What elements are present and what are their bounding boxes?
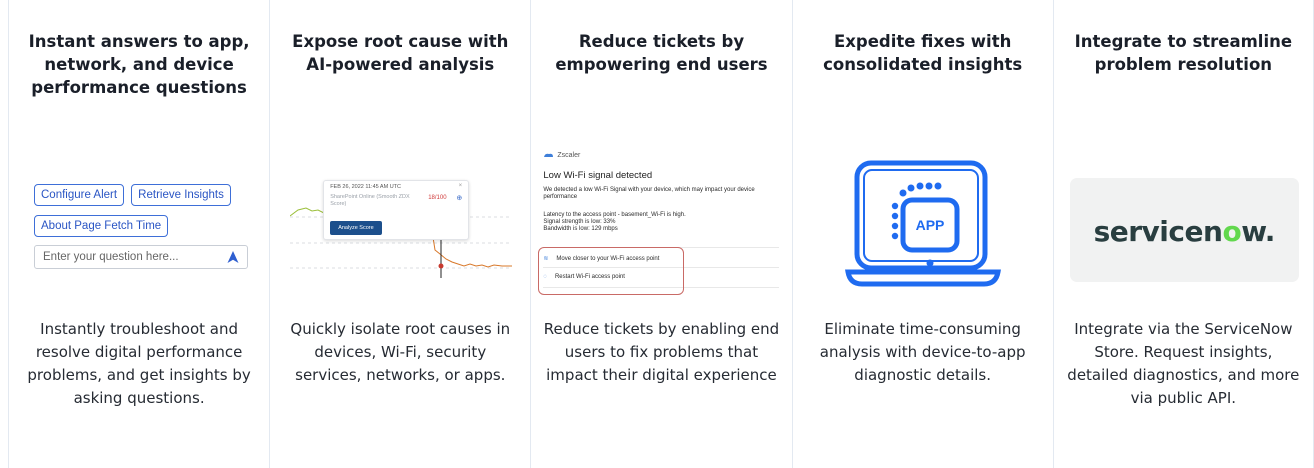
servicenow-logo-card: servicenow. xyxy=(1069,178,1299,282)
feature-card-expedite-fixes: Expedite fixes with consolidated insight… xyxy=(791,0,1053,468)
about-page-fetch-time-button[interactable]: About Page Fetch Time xyxy=(34,215,169,237)
feature-title: Reduce tickets by empowering end users xyxy=(555,32,768,74)
feature-card-reduce-tickets: Reduce tickets by empowering end users Z… xyxy=(530,0,791,468)
zscaler-logo: Zscaler xyxy=(543,152,580,159)
feature-card-root-cause: Expose root cause with AI-powered analys… xyxy=(269,0,530,468)
feature-description: Quickly isolate root causes in devices, … xyxy=(290,320,511,384)
feature-description: Eliminate time-consuming analysis with d… xyxy=(819,320,1026,384)
tooltip-date: FEB 26, 2022 11:45 AM UTC xyxy=(330,184,402,190)
feature-description: Reduce tickets by enabling end users to … xyxy=(543,320,780,384)
tooltip-app-name: SharePoint Online (Smooth ZDX Score) xyxy=(330,194,410,207)
info-icon[interactable]: ⊕ xyxy=(456,194,462,202)
ask-widget: Configure Alert Retrieve Insights About … xyxy=(34,183,250,269)
analyze-score-button[interactable]: Analyze Score xyxy=(330,221,382,235)
notification-body: We detected a low Wi-Fi Signal with your… xyxy=(543,187,755,200)
detail-latency: Latency to the access point - basement_W… xyxy=(543,212,686,218)
detail-bandwidth: Bandwidth is low: 129 mbps xyxy=(543,226,618,232)
feature-title: Expose root cause with AI-powered analys… xyxy=(292,32,509,74)
zscaler-cloud-icon xyxy=(544,153,554,158)
detail-signal: Signal strength is low: 33% xyxy=(543,219,616,225)
close-icon[interactable]: × xyxy=(459,183,463,189)
score-chart: FEB 26, 2022 11:45 AM UTC × SharePoint O… xyxy=(289,180,513,280)
feature-title: Expedite fixes with consolidated insight… xyxy=(823,32,1023,74)
question-input[interactable]: Enter your question here... xyxy=(34,245,248,269)
notification-details: Latency to the access point - basement_W… xyxy=(543,212,779,233)
question-input-placeholder: Enter your question here... xyxy=(43,251,179,263)
notification-heading: Low Wi-Fi signal detected xyxy=(543,170,653,181)
wifi-icon: ≋ xyxy=(543,256,549,262)
zscaler-brand: Zscaler xyxy=(557,152,581,159)
laptop-app-icon: APP xyxy=(844,160,1001,287)
feature-description: Instantly troubleshoot and resolve digit… xyxy=(27,320,251,407)
feature-grid: Instant answers to app, network, and dev… xyxy=(8,0,1314,468)
servicenow-logo: servicenow. xyxy=(1093,215,1276,248)
wifi-notification: Zscaler Low Wi-Fi signal detected We det… xyxy=(538,152,780,302)
tooltip-score: 18/100 xyxy=(428,195,447,201)
option-restart-ap-label: Restart Wi-Fi access point xyxy=(554,274,625,280)
feature-title: Instant answers to app, network, and dev… xyxy=(28,32,250,97)
app-label: APP xyxy=(915,217,944,233)
option-move-closer[interactable]: ≋ Move closer to your Wi-Fi access point xyxy=(543,255,659,262)
send-icon[interactable] xyxy=(226,250,240,264)
configure-alert-button[interactable]: Configure Alert xyxy=(34,184,125,206)
power-icon: ◌ xyxy=(543,274,547,280)
feature-title: Integrate to streamline problem resoluti… xyxy=(1074,32,1293,74)
option-restart-ap[interactable]: ◌ Restart Wi-Fi access point xyxy=(543,274,625,280)
score-tooltip: FEB 26, 2022 11:45 AM UTC × SharePoint O… xyxy=(323,180,470,240)
feature-card-integrate: Integrate to streamline problem resoluti… xyxy=(1052,0,1314,468)
feature-description: Integrate via the ServiceNow Store. Requ… xyxy=(1067,320,1300,407)
retrieve-insights-button[interactable]: Retrieve Insights xyxy=(131,184,231,206)
feature-card-instant-answers: Instant answers to app, network, and dev… xyxy=(8,0,269,468)
option-move-closer-label: Move closer to your Wi-Fi access point xyxy=(556,256,660,262)
